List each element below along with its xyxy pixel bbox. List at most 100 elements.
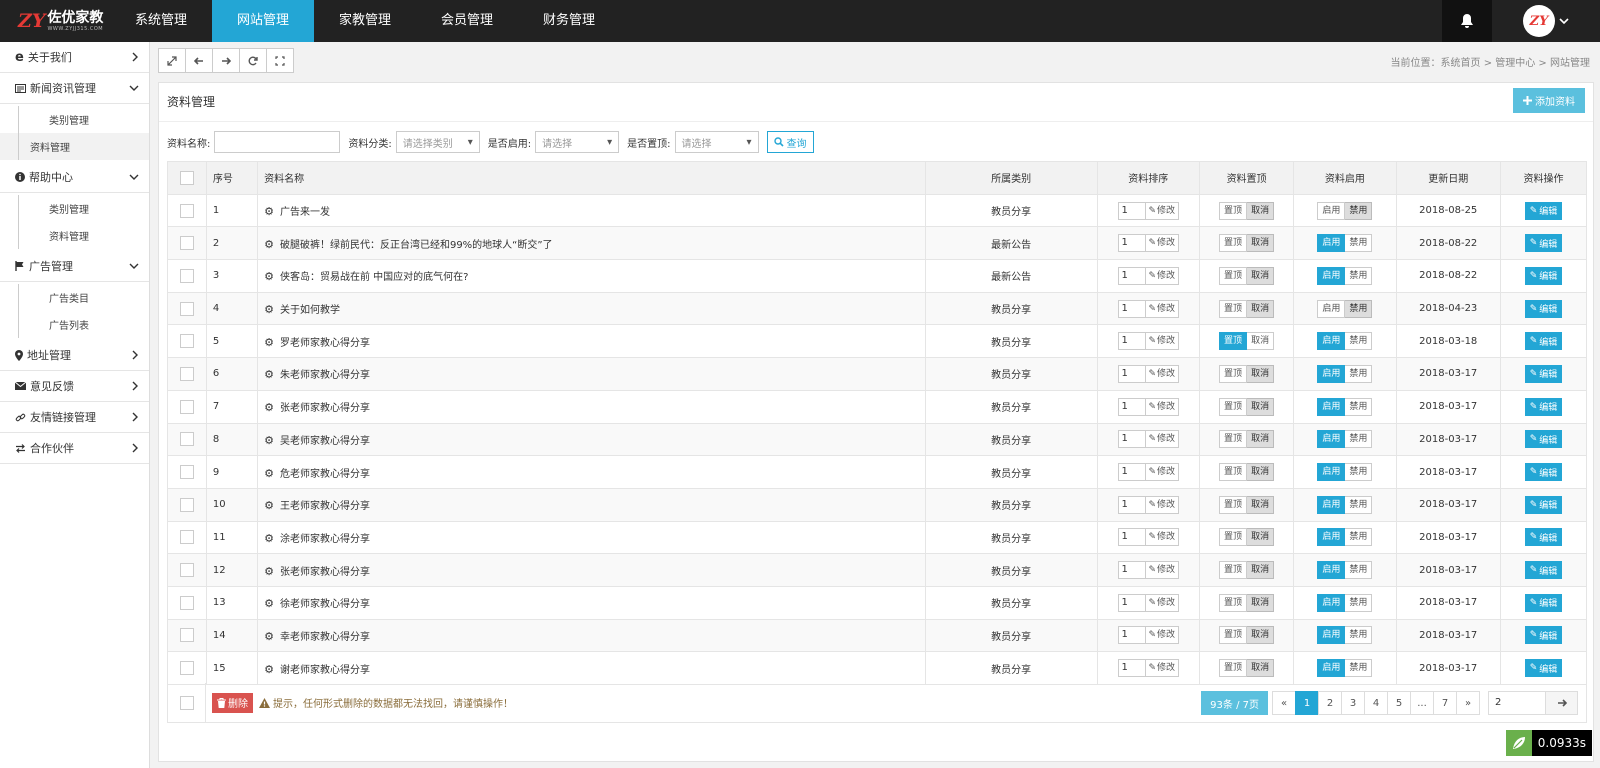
sort-input[interactable]: 1 [1117, 528, 1146, 547]
search-button[interactable]: 查询 [766, 131, 814, 153]
sort-input[interactable]: 1 [1117, 463, 1146, 482]
sort-input[interactable]: 1 [1117, 659, 1146, 678]
modify-sort-button[interactable]: ✎ 修改 [1145, 397, 1180, 416]
nav-website[interactable]: 网站管理 [212, 0, 314, 42]
page-3[interactable]: 3 [1341, 691, 1365, 715]
edit-button[interactable]: ✎ 编辑 [1524, 332, 1563, 351]
row-checkbox[interactable] [179, 366, 194, 381]
enable-button[interactable]: 启用 [1317, 626, 1346, 645]
sidebar-sub-news-category[interactable]: 类别管理 [18, 106, 149, 133]
modify-sort-button[interactable]: ✎ 修改 [1145, 626, 1180, 645]
enable-button[interactable]: 启用 [1317, 463, 1346, 482]
user-menu[interactable]: ZY [1492, 0, 1600, 42]
set-top-button[interactable]: 置顶 [1219, 332, 1248, 351]
page-4[interactable]: 4 [1364, 691, 1388, 715]
modify-sort-button[interactable]: ✎ 修改 [1145, 299, 1180, 318]
row-checkbox[interactable] [179, 497, 194, 512]
sort-input[interactable]: 1 [1117, 593, 1146, 612]
nav-system[interactable]: 系统管理 [110, 0, 212, 42]
sort-input[interactable]: 1 [1117, 397, 1146, 416]
set-top-button[interactable]: 置顶 [1219, 299, 1248, 318]
edit-button[interactable]: ✎ 编辑 [1524, 463, 1563, 482]
enable-button[interactable]: 启用 [1317, 332, 1346, 351]
row-checkbox[interactable] [179, 203, 194, 218]
sidebar-item-partners[interactable]: 合作伙伴 [0, 433, 149, 464]
cancel-top-button[interactable]: 取消 [1247, 299, 1275, 318]
page-jump-input[interactable]: 2 [1488, 691, 1546, 715]
refresh-icon[interactable] [239, 48, 267, 73]
set-top-button[interactable]: 置顶 [1219, 626, 1248, 645]
modify-sort-button[interactable]: ✎ 修改 [1145, 561, 1180, 580]
set-top-button[interactable]: 置顶 [1219, 430, 1248, 449]
modify-sort-button[interactable]: ✎ 修改 [1145, 332, 1180, 351]
set-top-button[interactable]: 置顶 [1219, 201, 1248, 220]
enable-button[interactable]: 启用 [1317, 201, 1346, 220]
disable-button[interactable]: 禁用 [1345, 397, 1373, 416]
cancel-top-button[interactable]: 取消 [1247, 593, 1275, 612]
sidebar-item-help[interactable]: 帮助中心 [0, 162, 149, 193]
set-top-button[interactable]: 置顶 [1219, 397, 1248, 416]
sort-input[interactable]: 1 [1117, 430, 1146, 449]
sort-input[interactable]: 1 [1117, 561, 1146, 580]
add-data-button[interactable]: 添加资料 [1513, 88, 1585, 113]
edit-button[interactable]: ✎ 编辑 [1524, 234, 1563, 253]
cancel-top-button[interactable]: 取消 [1247, 495, 1275, 514]
sidebar-sub-news-data[interactable]: 资料管理 [0, 133, 149, 160]
cancel-top-button[interactable]: 取消 [1247, 364, 1275, 383]
disable-button[interactable]: 禁用 [1345, 266, 1373, 285]
select-all-checkbox[interactable] [179, 170, 194, 185]
page-5[interactable]: 5 [1387, 691, 1411, 715]
disable-button[interactable]: 禁用 [1345, 561, 1373, 580]
sidebar-item-links[interactable]: 友情链接管理 [0, 402, 149, 433]
row-checkbox[interactable] [179, 268, 194, 283]
cancel-top-button[interactable]: 取消 [1247, 266, 1275, 285]
arrow-left-icon[interactable] [185, 48, 213, 73]
edit-button[interactable]: ✎ 编辑 [1524, 561, 1563, 580]
cancel-top-button[interactable]: 取消 [1247, 430, 1275, 449]
row-checkbox[interactable] [179, 399, 194, 414]
modify-sort-button[interactable]: ✎ 修改 [1145, 364, 1180, 383]
set-top-button[interactable]: 置顶 [1219, 495, 1248, 514]
disable-button[interactable]: 禁用 [1345, 463, 1373, 482]
row-checkbox[interactable] [179, 628, 194, 643]
page-prev[interactable]: « [1272, 691, 1296, 715]
disable-button[interactable]: 禁用 [1345, 626, 1373, 645]
sidebar-item-news[interactable]: 新闻资讯管理 [0, 73, 149, 104]
set-top-button[interactable]: 置顶 [1219, 561, 1248, 580]
edit-button[interactable]: ✎ 编辑 [1524, 397, 1563, 416]
modify-sort-button[interactable]: ✎ 修改 [1145, 528, 1180, 547]
row-checkbox[interactable] [179, 563, 194, 578]
sidebar-sub-ad-list[interactable]: 广告列表 [18, 311, 149, 338]
row-checkbox[interactable] [179, 236, 194, 251]
edit-button[interactable]: ✎ 编辑 [1524, 266, 1563, 285]
cancel-top-button[interactable]: 取消 [1247, 463, 1275, 482]
set-top-button[interactable]: 置顶 [1219, 659, 1248, 678]
page-2[interactable]: 2 [1318, 691, 1342, 715]
row-checkbox[interactable] [179, 661, 194, 676]
disable-button[interactable]: 禁用 [1345, 495, 1373, 514]
nav-finance[interactable]: 财务管理 [518, 0, 620, 42]
sort-input[interactable]: 1 [1117, 364, 1146, 383]
modify-sort-button[interactable]: ✎ 修改 [1145, 495, 1180, 514]
cancel-top-button[interactable]: 取消 [1247, 561, 1275, 580]
set-top-button[interactable]: 置顶 [1219, 593, 1248, 612]
modify-sort-button[interactable]: ✎ 修改 [1145, 659, 1180, 678]
disable-button[interactable]: 禁用 [1345, 234, 1373, 253]
cancel-top-button[interactable]: 取消 [1247, 397, 1275, 416]
sort-input[interactable]: 1 [1117, 626, 1146, 645]
cancel-top-button[interactable]: 取消 [1247, 626, 1275, 645]
enable-select[interactable]: 请选择 ▾ [535, 131, 620, 153]
nav-tutor[interactable]: 家教管理 [314, 0, 416, 42]
row-checkbox[interactable] [179, 465, 194, 480]
enable-button[interactable]: 启用 [1317, 659, 1346, 678]
sidebar-sub-help-category[interactable]: 类别管理 [18, 195, 149, 222]
arrow-right-icon[interactable] [212, 48, 240, 73]
modify-sort-button[interactable]: ✎ 修改 [1145, 234, 1180, 253]
enable-button[interactable]: 启用 [1317, 495, 1346, 514]
disable-button[interactable]: 禁用 [1345, 593, 1373, 612]
footer-select-checkbox[interactable] [179, 695, 194, 710]
row-checkbox[interactable] [179, 301, 194, 316]
cancel-top-button[interactable]: 取消 [1247, 234, 1275, 253]
disable-button[interactable]: 禁用 [1345, 430, 1373, 449]
sort-input[interactable]: 1 [1117, 201, 1146, 220]
